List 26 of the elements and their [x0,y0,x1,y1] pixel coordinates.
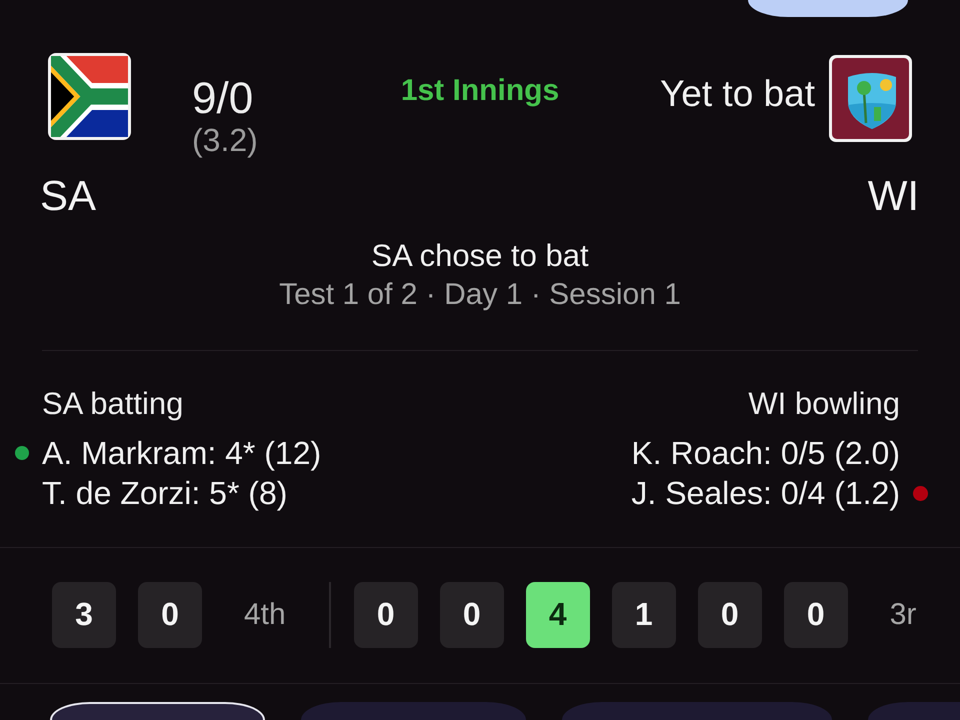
over-label: 4th [244,600,286,630]
ball-result: 0 [698,582,762,648]
crest-icon [829,55,912,142]
ball-result: 0 [440,582,504,648]
ball-result: 1 [612,582,676,648]
bowler-line: K. Roach: 0/5 (2.0) [631,437,900,470]
team-name: SA [40,175,96,217]
match-info: Test 1 of 2 · Day 1 · Session 1 [279,280,681,310]
flag-icon [48,53,131,140]
bowler-line: J. Seales: 0/4 (1.2) [631,477,900,510]
batter-line: T. de Zorzi: 5* (8) [42,477,288,510]
team-name: WI [868,175,919,217]
ball-result: 4 [526,582,590,648]
ball-result: 0 [138,582,202,648]
section-title: SA batting [42,388,184,420]
batter-line: A. Markram: 4* (12) [42,437,322,470]
ball-result: 3 [52,582,116,648]
ball-result: 0 [354,582,418,648]
innings-label: 1st Innings [400,76,560,106]
toss-result: SA chose to bat [371,240,589,271]
over-label: 3r [890,600,916,630]
overs-text: (3.2) [192,124,258,156]
batting-status: Yet to bat [660,75,815,112]
team-score: 9/0 [192,77,254,121]
ball-result: 0 [784,582,848,648]
section-title: WI bowling [748,388,900,420]
